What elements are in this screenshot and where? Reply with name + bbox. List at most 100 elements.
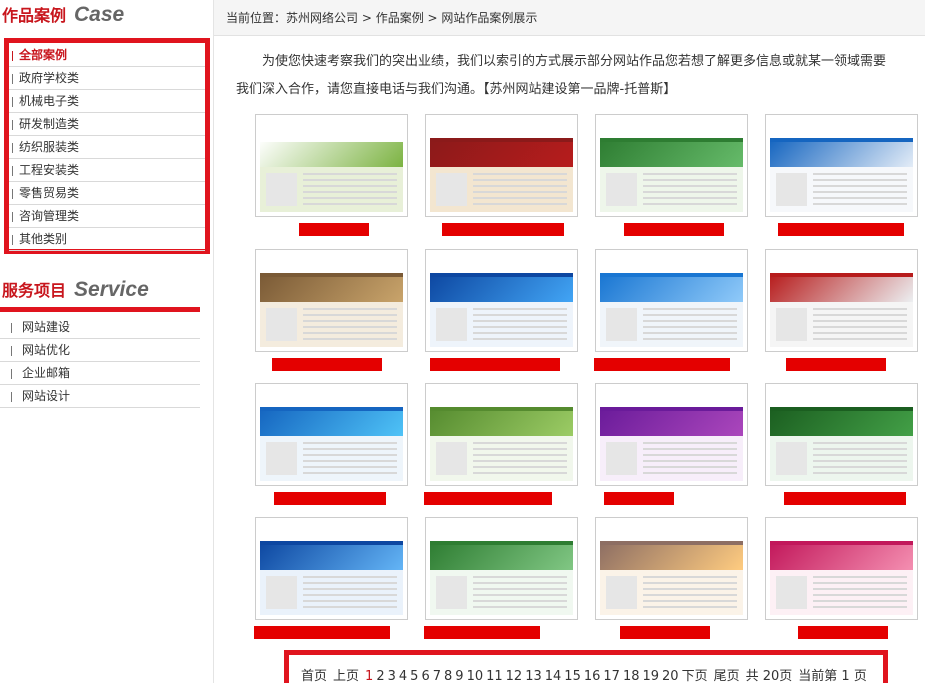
sidebar-case-item[interactable]: 咨询管理类 <box>9 205 205 228</box>
case-title-redacted[interactable] <box>254 626 390 639</box>
case-title-redacted[interactable] <box>778 223 904 236</box>
sidebar-case-item[interactable]: 纺织服装类 <box>9 136 205 159</box>
sidebar-case-item[interactable]: 其他类别 <box>9 228 205 251</box>
thumb-nav <box>770 272 913 278</box>
case-title-redacted[interactable] <box>272 358 382 371</box>
pager-page-link[interactable]: 6 <box>421 669 429 683</box>
thumb-header <box>600 522 743 543</box>
case-thumbnail[interactable] <box>255 517 408 620</box>
thumb-nav <box>600 272 743 278</box>
pager-page-link[interactable]: 3 <box>388 669 396 683</box>
thumb-nav <box>260 137 403 143</box>
pager-page-link[interactable]: 14 <box>545 669 562 683</box>
thumb-body <box>642 575 738 610</box>
pager-next-link[interactable]: 下页 <box>682 669 708 683</box>
case-thumbnail[interactable] <box>595 114 748 217</box>
pager-page-link[interactable]: 11 <box>486 669 503 683</box>
case-title-redacted[interactable] <box>299 223 369 236</box>
sidebar-case-item[interactable]: 政府学校类 <box>9 67 205 90</box>
pager-page-link[interactable]: 7 <box>433 669 441 683</box>
case-title-redacted[interactable] <box>424 492 552 505</box>
case-title-redacted[interactable] <box>274 492 386 505</box>
case-thumbnail[interactable] <box>425 249 578 352</box>
pager-page-link[interactable]: 5 <box>410 669 418 683</box>
pager-prev-link[interactable]: 上页 <box>333 669 359 683</box>
sidebar-case-item[interactable]: 工程安装类 <box>9 159 205 182</box>
thumb-header <box>770 119 913 140</box>
site-screenshot-icon <box>770 254 913 347</box>
case-thumbnail[interactable] <box>765 517 918 620</box>
thumb-header <box>600 254 743 275</box>
case-item <box>254 516 410 642</box>
thumb-side <box>435 441 468 476</box>
case-thumbnail[interactable] <box>255 114 408 217</box>
case-thumbnail[interactable] <box>425 517 578 620</box>
sidebar-service-item[interactable]: 网站优化 <box>0 339 200 362</box>
case-title-redacted[interactable] <box>620 626 710 639</box>
breadcrumb-item-cases[interactable]: 作品案例 <box>376 11 424 25</box>
case-title-redacted[interactable] <box>624 223 724 236</box>
sidebar-case-item[interactable]: 研发制造类 <box>9 113 205 136</box>
pager-page-link[interactable]: 1 <box>365 669 373 683</box>
case-title-redacted[interactable] <box>604 492 674 505</box>
service-title-en: Service <box>74 278 149 301</box>
case-item <box>594 516 750 642</box>
thumb-body <box>302 575 398 610</box>
site-screenshot-icon <box>260 119 403 212</box>
case-title-redacted[interactable] <box>798 626 888 639</box>
pager-page-link[interactable]: 12 <box>506 669 523 683</box>
case-thumbnail[interactable] <box>595 517 748 620</box>
breadcrumb-separator: > <box>358 11 376 25</box>
breadcrumb-item-home[interactable]: 苏州网络公司 <box>286 11 358 25</box>
pager-page-link[interactable]: 8 <box>444 669 452 683</box>
pager-page-link[interactable]: 9 <box>455 669 463 683</box>
pager-page-link[interactable]: 17 <box>603 669 620 683</box>
pager-last-link[interactable]: 尾页 <box>714 669 740 683</box>
sidebar-service-item[interactable]: 网站建设 <box>0 316 200 339</box>
thumb-header <box>600 119 743 140</box>
pager-page-link[interactable]: 16 <box>584 669 601 683</box>
case-thumbnail[interactable] <box>425 114 578 217</box>
pager-current-info: 当前第 1 页 <box>798 669 867 683</box>
sidebar-service-item[interactable]: 企业邮箱 <box>0 362 200 385</box>
sidebar-case-item[interactable]: 零售贸易类 <box>9 182 205 205</box>
pager-page-link[interactable]: 2 <box>376 669 384 683</box>
pager-first-link[interactable]: 首页 <box>301 669 327 683</box>
case-thumbnail[interactable] <box>425 383 578 486</box>
pager-page-link[interactable]: 19 <box>642 669 659 683</box>
case-title-redacted[interactable] <box>442 223 564 236</box>
pager-page-link[interactable]: 13 <box>525 669 542 683</box>
pagination: 首页 上页 1 2 3 4 5 6 7 8 9 10 11 12 13 14 15 16 17 18 19 20 下页 尾页共… <box>284 650 888 683</box>
pager-page-link[interactable]: 4 <box>399 669 407 683</box>
thumb-side <box>775 441 808 476</box>
case-thumbnail[interactable] <box>765 249 918 352</box>
case-title-redacted[interactable] <box>594 358 730 371</box>
thumb-nav <box>600 406 743 412</box>
thumb-side <box>265 307 298 342</box>
pager-page-link[interactable]: 20 <box>662 669 679 683</box>
pager-page-link[interactable]: 18 <box>623 669 640 683</box>
thumb-banner <box>260 274 403 303</box>
case-thumbnail[interactable] <box>765 383 918 486</box>
pager-page-link[interactable]: 10 <box>467 669 484 683</box>
case-thumbnail[interactable] <box>255 383 408 486</box>
sidebar-case-item[interactable]: 机械电子类 <box>9 90 205 113</box>
case-title-redacted[interactable] <box>430 358 560 371</box>
thumb-banner <box>600 542 743 571</box>
case-thumbnail[interactable] <box>595 249 748 352</box>
case-thumbnail[interactable] <box>255 249 408 352</box>
case-thumbnail[interactable] <box>765 114 918 217</box>
thumb-nav <box>430 137 573 143</box>
sidebar-service-item[interactable]: 网站设计 <box>0 385 200 408</box>
case-item <box>594 248 750 374</box>
case-title-redacted[interactable] <box>424 626 540 639</box>
thumb-nav <box>600 137 743 143</box>
case-title-redacted[interactable] <box>784 492 906 505</box>
case-title-redacted[interactable] <box>786 358 886 371</box>
thumb-side <box>775 307 808 342</box>
thumb-body <box>302 307 398 342</box>
sidebar-case-item[interactable]: 全部案例 <box>9 44 205 67</box>
pager-page-link[interactable]: 15 <box>564 669 581 683</box>
case-thumbnail[interactable] <box>595 383 748 486</box>
thumb-side <box>435 172 468 207</box>
